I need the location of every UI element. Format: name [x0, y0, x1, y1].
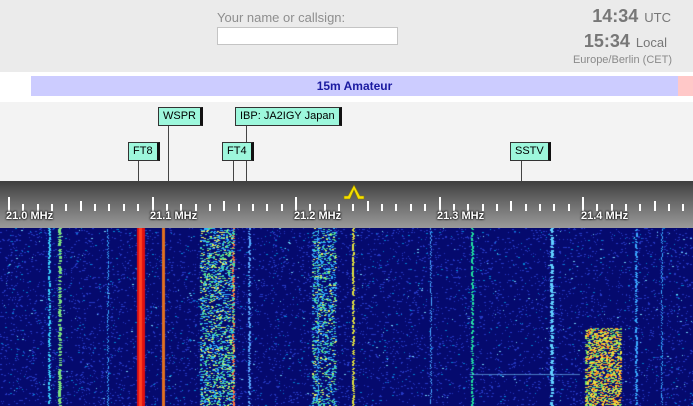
scale-tick	[381, 204, 383, 211]
scale-tick	[367, 201, 369, 211]
scale-tick	[539, 204, 541, 211]
scale-tick	[94, 204, 96, 211]
local-time: 15:34	[583, 31, 630, 51]
local-label: Local	[635, 35, 667, 50]
scale-tick	[668, 204, 670, 211]
scale-tick	[266, 204, 268, 211]
scale-label-21-4: 21.4 MHz	[581, 210, 629, 222]
scale-tick	[553, 204, 555, 211]
scale-tick	[65, 204, 67, 211]
scale-label-21-0: 21.0 MHz	[6, 210, 54, 222]
scale-tick	[352, 204, 354, 211]
timezone-label: Europe/Berlin (CET)	[572, 54, 672, 66]
scale-tick	[510, 201, 512, 211]
top-bar: Your name or callsign: 14:34 UTC 15:34 Loc…	[0, 0, 693, 72]
marker-ft4[interactable]: FT4	[222, 142, 254, 161]
scale-tick	[439, 197, 441, 211]
scale-tick	[525, 204, 527, 211]
scale-label-21-2: 21.2 MHz	[294, 210, 342, 222]
scale-tick	[582, 197, 584, 211]
scale-tick	[654, 201, 656, 211]
scale-tick	[152, 197, 154, 211]
utc-label: UTC	[644, 10, 671, 25]
marker-wspr[interactable]: WSPR	[158, 107, 203, 126]
marker-line-ft8	[138, 161, 139, 181]
scale-label-21-3: 21.3 MHz	[437, 210, 485, 222]
scale-tick	[8, 197, 10, 211]
marker-line-sstv	[521, 161, 522, 181]
scale-tick	[223, 201, 225, 211]
scale-tick	[682, 204, 684, 211]
marker-line-ft4	[233, 161, 234, 181]
scale-tick	[238, 204, 240, 211]
band-edge	[678, 76, 693, 96]
scale-tick	[395, 204, 397, 211]
scale-label-21-1: 21.1 MHz	[150, 210, 198, 222]
scale-tick	[252, 204, 254, 211]
scale-tick	[639, 204, 641, 211]
callsign-input[interactable]	[217, 27, 398, 45]
scale-tick	[108, 204, 110, 211]
marker-sstv[interactable]: SSTV	[510, 142, 551, 161]
scale-tick	[568, 204, 570, 211]
utc-clock: 14:34 UTC	[592, 6, 671, 27]
marker-ibp[interactable]: IBP: JA2IGY Japan	[235, 107, 342, 126]
scale-tick	[424, 204, 426, 211]
scale-tick	[496, 204, 498, 211]
scale-tick	[209, 204, 211, 211]
scale-tick	[137, 204, 139, 211]
scale-tick	[80, 201, 82, 211]
passband-caret-icon[interactable]	[343, 184, 365, 200]
marker-area	[0, 102, 693, 181]
local-clock: 15:34 Local	[584, 31, 667, 52]
scale-tick	[281, 204, 283, 211]
marker-ft8[interactable]: FT8	[128, 142, 160, 161]
scale-tick	[295, 197, 297, 211]
waterfall-display[interactable]	[0, 228, 693, 406]
marker-line-wspr	[168, 126, 169, 181]
band-bar-15m[interactable]: 15m Amateur	[31, 76, 678, 96]
name-label: Your name or callsign:	[217, 10, 346, 25]
scale-tick	[123, 204, 125, 211]
utc-time: 14:34	[592, 6, 639, 26]
scale-tick	[410, 204, 412, 211]
